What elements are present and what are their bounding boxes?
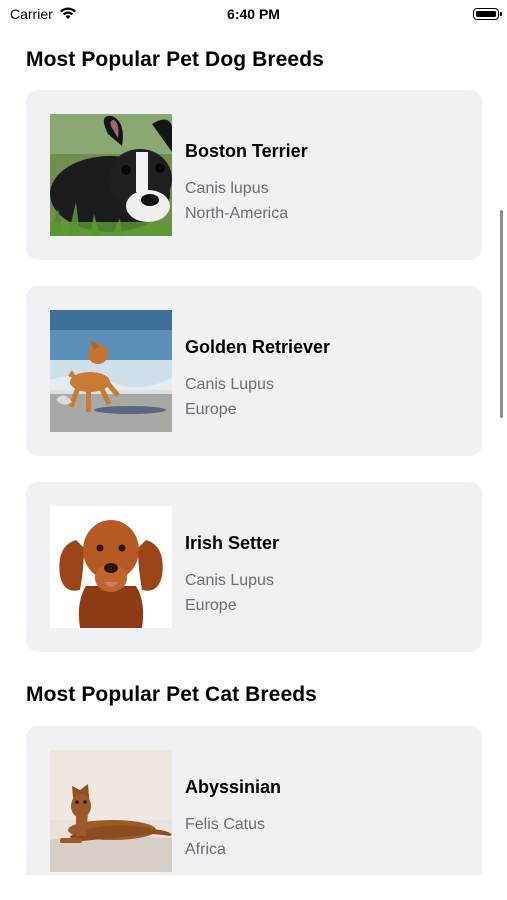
bottom-safe-area [0,875,507,900]
battery-icon [473,8,502,20]
wifi-icon [59,6,77,23]
breed-species: Canis lupus [185,180,269,197]
carrier-label: Carrier [10,6,53,22]
breed-region: North-America [185,205,289,222]
breed-card-boston-terrier[interactable]: Boston Terrier Canis lupus North-America [26,90,482,260]
breed-species: Canis Lupus [185,376,274,393]
breed-card-irish-setter[interactable]: Irish Setter Canis Lupus Europe [26,482,482,652]
breed-name: Boston Terrier [185,141,308,161]
scroll-indicator[interactable] [500,210,503,418]
breed-name: Abyssinian [185,777,282,797]
breed-card-golden-retriever[interactable]: Golden Retriever Canis Lupus Europe [26,286,482,456]
breed-name: Golden Retriever [185,337,331,357]
breed-name: Irish Setter [185,533,280,553]
breed-species: Canis Lupus [185,572,274,589]
breed-card-abyssinian[interactable]: Abyssinian Felis Catus Africa [26,726,482,875]
breed-list[interactable]: Most Popular Pet Dog Breeds Boston Terri… [0,28,507,875]
section-title-cats: Most Popular Pet Cat Breeds [26,683,317,706]
status-left: Carrier [10,6,77,23]
status-bar: Carrier 6:40 PM [0,0,507,28]
golden-retriever-photo [50,310,172,432]
breed-region: Europe [185,401,237,418]
breed-region: Europe [185,597,237,614]
breed-region: Africa [185,841,226,858]
boston-terrier-photo [50,114,172,236]
section-title-dogs: Most Popular Pet Dog Breeds [26,48,324,71]
abyssinian-photo [50,750,172,872]
breed-species: Felis Catus [185,816,266,833]
irish-setter-photo [50,506,172,628]
